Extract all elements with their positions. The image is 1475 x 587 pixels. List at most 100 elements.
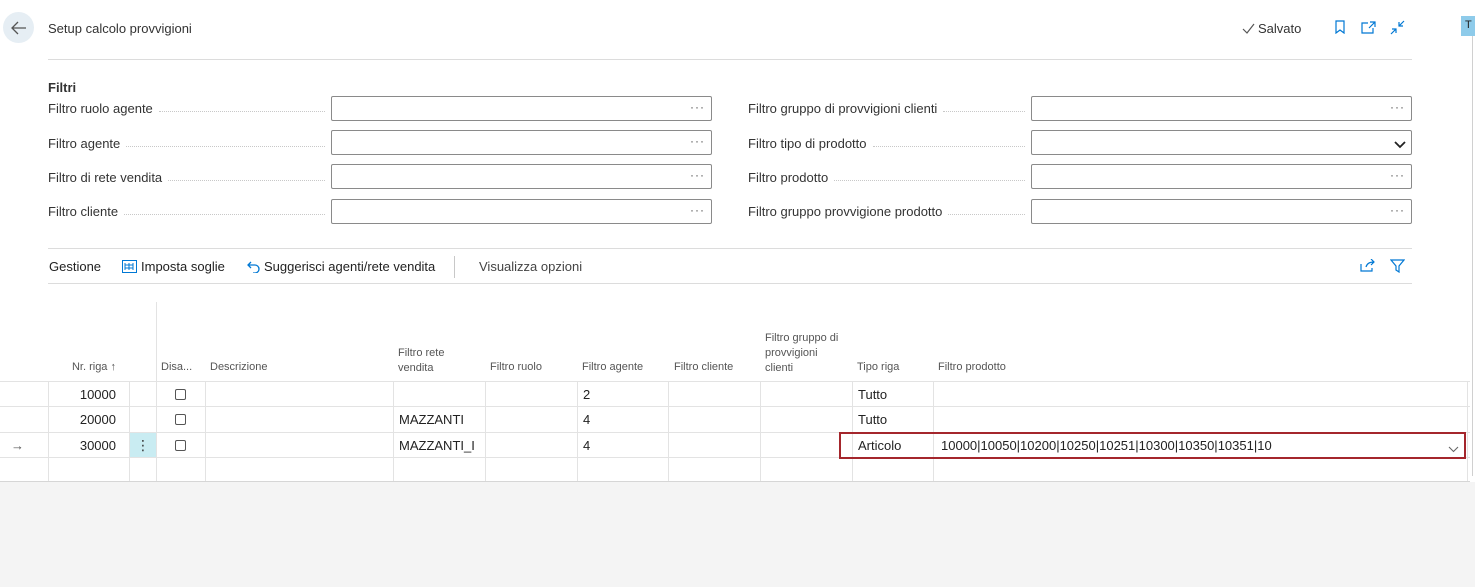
filter-label-gruppo-provvigione-prodotto: Filtro gruppo provvigione prodotto (748, 199, 1031, 223)
page-title: Setup calcolo provvigioni (48, 21, 192, 36)
cell-filtro-rete-vendita[interactable]: MAZZANTI (399, 407, 483, 432)
actionbar-bottom-divider (48, 283, 1412, 284)
lookup-ellipsis-icon[interactable]: ··· (1390, 168, 1405, 182)
cell-tipo-riga[interactable]: Tutto (858, 407, 932, 432)
back-button[interactable] (3, 12, 34, 43)
suggerisci-agenti-button[interactable]: Suggerisci agenti/rete vendita (247, 259, 435, 274)
cell-descrizione[interactable] (210, 407, 390, 432)
undo-arrow-icon (247, 261, 260, 273)
filter-label-tipo-prodotto: Filtro tipo di prodotto (748, 131, 1031, 155)
actionbar-separator (454, 256, 455, 278)
column-header-filtro-agente[interactable]: Filtro agente (582, 360, 643, 375)
cell-filtro-ruolo[interactable] (490, 433, 574, 458)
cell-filtro-gruppo[interactable] (766, 433, 850, 458)
share-icon[interactable] (1360, 258, 1375, 277)
visualizza-opzioni-button[interactable]: Visualizza opzioni (479, 259, 582, 274)
cell-filtro-prodotto[interactable] (941, 382, 1441, 407)
filtro-rete-vendita-input[interactable]: ··· (331, 164, 712, 189)
lookup-ellipsis-icon[interactable]: ··· (690, 203, 705, 217)
cell-filtro-prodotto[interactable] (941, 407, 1441, 432)
saved-status: Salvato (1242, 21, 1301, 36)
filtro-ruolo-agente-input[interactable]: ··· (331, 96, 712, 121)
actionbar-top-divider (48, 248, 1412, 249)
filtro-agente-input[interactable]: ··· (331, 130, 712, 155)
grid-col-line (393, 381, 394, 481)
grid-col-line (760, 381, 761, 481)
cell-filtro-cliente[interactable] (674, 382, 758, 407)
header-divider-line (156, 302, 157, 382)
cell-filtro-agente[interactable]: 2 (583, 382, 667, 407)
collapse-icon[interactable] (1389, 19, 1405, 35)
highlight-box (839, 432, 1466, 459)
lookup-ellipsis-icon[interactable]: ··· (690, 100, 705, 114)
side-panel-tab[interactable]: T (1461, 16, 1475, 36)
disabilitato-checkbox[interactable] (175, 382, 186, 407)
grid-col-line (668, 381, 669, 481)
cell-descrizione[interactable] (210, 382, 390, 407)
filter-label-ruolo-agente: Filtro ruolo agente (48, 96, 331, 120)
bookmark-icon[interactable] (1332, 19, 1348, 35)
column-header-filtro-gruppo-provvigioni-clienti[interactable]: Filtro gruppo di provvigioni clienti (765, 331, 840, 376)
cell-filtro-cliente[interactable] (674, 433, 758, 458)
cell-descrizione[interactable] (210, 433, 390, 458)
lookup-ellipsis-icon[interactable]: ··· (1390, 203, 1405, 217)
arrow-left-icon (10, 21, 26, 34)
filtro-prodotto-input[interactable]: ··· (1031, 164, 1412, 189)
grid-col-line (852, 381, 853, 481)
grid-col-line (1467, 381, 1468, 481)
disabilitato-checkbox[interactable] (175, 407, 186, 432)
header-divider (48, 59, 1412, 60)
filtro-gruppo-provvigioni-clienti-input[interactable]: ··· (1031, 96, 1412, 121)
cell-nr-riga[interactable]: 10000 (49, 382, 116, 407)
filter-icon[interactable] (1389, 259, 1406, 278)
cell-filtro-gruppo[interactable] (766, 407, 850, 432)
threshold-icon (122, 260, 137, 273)
open-new-window-icon[interactable] (1360, 19, 1376, 35)
filtro-gruppo-provvigione-prodotto-input[interactable]: ··· (1031, 199, 1412, 224)
disabilitato-checkbox[interactable] (175, 433, 186, 458)
lookup-ellipsis-icon[interactable]: ··· (1390, 100, 1405, 114)
cell-filtro-agente[interactable]: 4 (583, 433, 667, 458)
cell-tipo-riga[interactable]: Tutto (858, 382, 932, 407)
saved-label: Salvato (1258, 21, 1302, 36)
lookup-ellipsis-icon[interactable]: ··· (690, 134, 705, 148)
grid-col-line (933, 381, 934, 481)
current-row-arrow-icon: → (11, 438, 24, 453)
filters-section-title: Filtri (48, 80, 77, 95)
sort-ascending-icon: ↑ (110, 361, 117, 373)
column-header-filtro-cliente[interactable]: Filtro cliente (674, 360, 733, 375)
column-header-disabilitato[interactable]: Disa... (161, 360, 192, 375)
filter-label-cliente: Filtro cliente (48, 199, 331, 223)
gestione-menu[interactable]: Gestione (49, 259, 101, 274)
cell-filtro-rete-vendita[interactable] (399, 382, 483, 407)
cell-filtro-rete-vendita[interactable]: MAZZANTI_I (399, 433, 483, 458)
cell-filtro-agente[interactable]: 4 (583, 407, 667, 432)
filtro-cliente-input[interactable]: ··· (331, 199, 712, 224)
imposta-soglie-button[interactable]: Imposta soglie (122, 259, 225, 274)
column-header-nr-riga[interactable]: Nr. riga ↑ (49, 360, 116, 375)
lookup-ellipsis-icon[interactable]: ··· (690, 168, 705, 182)
column-header-filtro-ruolo[interactable]: Filtro ruolo (490, 360, 542, 375)
row-actions-menu-icon[interactable]: ⋮ (130, 433, 156, 457)
check-icon (1242, 23, 1255, 34)
grid-col-line (577, 381, 578, 481)
cell-nr-riga[interactable]: 30000 (49, 433, 116, 458)
panel-edge (1472, 36, 1473, 476)
cell-filtro-cliente[interactable] (674, 407, 758, 432)
column-header-filtro-rete-vendita[interactable]: Filtro rete vendita (398, 346, 468, 376)
column-header-filtro-prodotto[interactable]: Filtro prodotto (938, 360, 1006, 375)
grid-col-line (485, 381, 486, 481)
filter-label-agente: Filtro agente (48, 131, 331, 155)
cell-nr-riga[interactable]: 20000 (49, 407, 116, 432)
cell-filtro-gruppo[interactable] (766, 382, 850, 407)
cell-filtro-ruolo[interactable] (490, 407, 574, 432)
column-header-descrizione[interactable]: Descrizione (210, 360, 267, 375)
column-header-tipo-riga[interactable]: Tipo riga (857, 360, 899, 375)
chevron-down-icon[interactable] (1394, 136, 1406, 154)
filtro-tipo-prodotto-select[interactable] (1031, 130, 1412, 155)
grid-col-line (205, 381, 206, 481)
filter-label-rete-vendita: Filtro di rete vendita (48, 165, 331, 189)
filter-label-gruppo-provvigioni-clienti: Filtro gruppo di provvigioni clienti (748, 96, 1031, 120)
cell-filtro-ruolo[interactable] (490, 382, 574, 407)
filter-label-prodotto: Filtro prodotto (748, 165, 1031, 189)
